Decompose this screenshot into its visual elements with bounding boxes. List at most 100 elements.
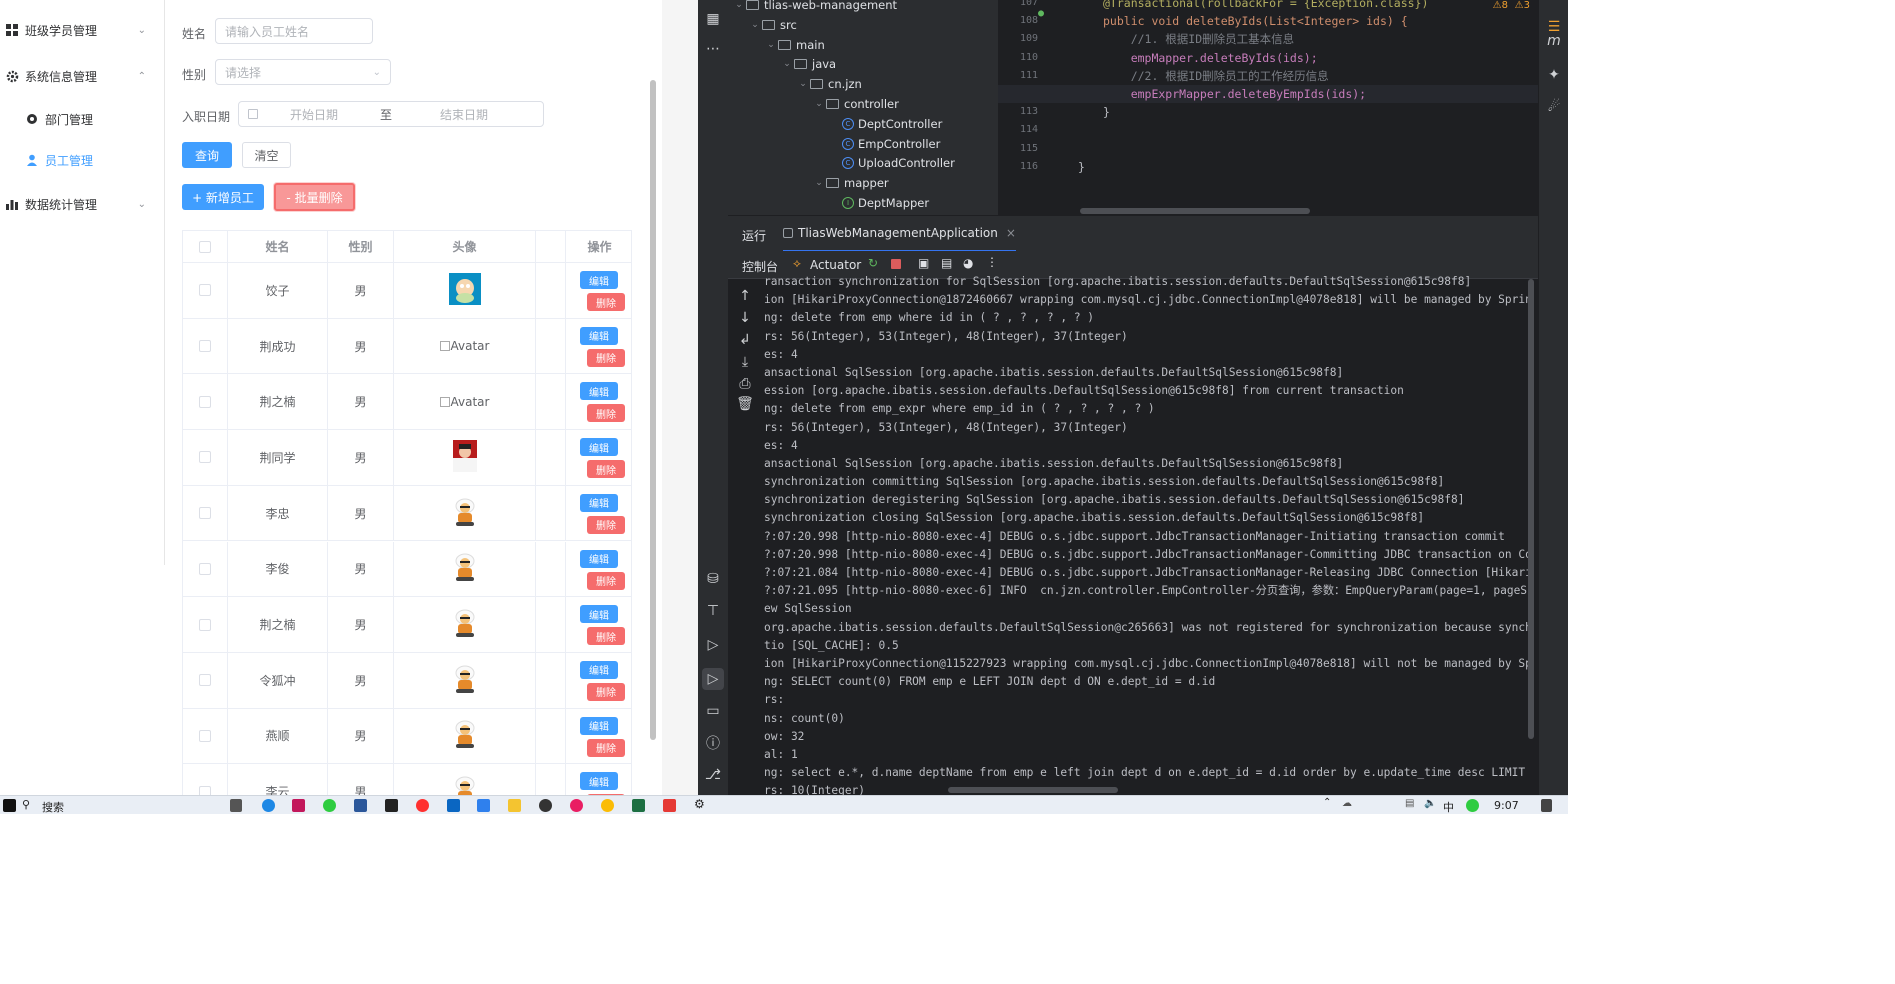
start-icon[interactable] xyxy=(3,799,16,812)
dump-icon[interactable]: ▤ xyxy=(941,256,952,270)
row-select[interactable] xyxy=(183,764,228,795)
console-output[interactable]: ↑ ↓ ↲ ⤓ ⎙ 🗑 ransaction synchronization f… xyxy=(728,275,1538,795)
checkbox[interactable] xyxy=(199,785,211,795)
structure-icon[interactable]: ▦ xyxy=(704,10,722,28)
edit-button[interactable]: 编辑 xyxy=(580,326,618,345)
notification-center-icon[interactable] xyxy=(1541,799,1552,812)
console-vscroll[interactable] xyxy=(1528,279,1534,739)
services-icon[interactable]: ▷ xyxy=(704,636,722,654)
delete-button[interactable]: 删除 xyxy=(587,571,625,590)
delete-button[interactable]: 删除 xyxy=(587,460,625,479)
app-icon[interactable] xyxy=(570,799,583,812)
checkbox[interactable] xyxy=(199,451,211,464)
volume-icon[interactable]: 🔈 xyxy=(1424,798,1436,809)
name-input[interactable]: 请输入员工姓名 xyxy=(215,18,373,44)
app-tab[interactable]: TliasWebManagementApplication × xyxy=(783,216,1016,252)
excel-icon[interactable] xyxy=(632,799,645,812)
row-select[interactable] xyxy=(183,263,228,318)
header-select-all[interactable] xyxy=(183,231,228,263)
intellij-icon[interactable] xyxy=(385,799,398,812)
checkbox[interactable] xyxy=(199,340,211,353)
terminal-icon[interactable]: ▭ xyxy=(704,702,722,720)
clock[interactable]: 9:07 xyxy=(1494,799,1519,812)
edit-button[interactable]: 编辑 xyxy=(580,605,618,624)
problems-icon[interactable]: ⓘ xyxy=(704,734,722,752)
feishu-icon[interactable] xyxy=(447,799,460,812)
more-icon[interactable]: ⋯ xyxy=(704,40,722,58)
checkbox[interactable] xyxy=(199,240,211,253)
delete-button[interactable]: 删除 xyxy=(587,738,625,757)
row-select[interactable] xyxy=(183,652,228,708)
delete-button[interactable]: 删除 xyxy=(587,293,625,311)
tree-node[interactable]: I DeptMapper xyxy=(828,193,929,213)
maven-icon[interactable]: m xyxy=(1545,32,1563,50)
git-icon[interactable]: ⎇ xyxy=(704,766,722,784)
menu-class-management[interactable]: 班级学员管理 ⌄ xyxy=(0,10,160,50)
delete-button[interactable]: 删除 xyxy=(587,515,625,534)
checkbox[interactable] xyxy=(199,284,211,297)
checkbox[interactable] xyxy=(199,729,211,742)
row-select[interactable] xyxy=(183,430,228,485)
row-select[interactable] xyxy=(183,318,228,374)
delete-button[interactable]: 删除 xyxy=(587,682,625,701)
arrow-down-icon[interactable]: ↓ xyxy=(736,309,754,327)
row-select[interactable] xyxy=(183,541,228,597)
code-editor[interactable]: ● 107108109110111112113114115116 @Transa… xyxy=(998,0,1538,215)
tree-node[interactable]: C UploadController xyxy=(828,153,955,173)
edit-button[interactable]: 编辑 xyxy=(580,549,618,568)
edit-button[interactable]: 编辑 xyxy=(580,772,618,791)
row-select[interactable] xyxy=(183,597,228,652)
camera-icon[interactable]: ▣ xyxy=(918,256,929,270)
ime-indicator[interactable]: 中 xyxy=(1443,799,1454,815)
qq-icon[interactable] xyxy=(539,799,552,812)
copilot-icon[interactable]: ☄ xyxy=(1545,98,1563,116)
soft-wrap-icon[interactable]: ↲ xyxy=(736,331,754,349)
edit-button[interactable]: 编辑 xyxy=(580,660,618,679)
checkbox[interactable] xyxy=(199,618,211,631)
tree-node[interactable]: ⌄ main xyxy=(764,35,825,55)
rerun-icon[interactable]: ↻ xyxy=(868,256,878,270)
tree-node[interactable]: C EmpController xyxy=(828,134,940,154)
word-icon[interactable] xyxy=(354,799,367,812)
arrow-up-icon[interactable]: ↑ xyxy=(736,287,754,305)
delete-button[interactable]: 删除 xyxy=(587,404,625,423)
console-hscroll[interactable] xyxy=(948,787,1118,793)
video-icon[interactable] xyxy=(416,799,429,812)
batch-delete-button[interactable]: - 批量删除 xyxy=(274,183,355,211)
network-icon[interactable]: ▤ xyxy=(1405,798,1414,809)
tree-node[interactable]: ⌄ controller xyxy=(812,94,899,114)
edit-button[interactable]: 编辑 xyxy=(580,382,618,401)
checkbox[interactable] xyxy=(199,562,211,575)
run-tab[interactable]: 运行 xyxy=(742,227,766,244)
add-employee-button[interactable]: + 新增员工 xyxy=(182,184,264,210)
profiler-icon[interactable]: ◕ xyxy=(963,256,973,270)
delete-button[interactable]: 删除 xyxy=(587,627,625,646)
gradle-icon[interactable]: ✦ xyxy=(1545,66,1563,84)
checkbox[interactable] xyxy=(199,507,211,520)
checkbox[interactable] xyxy=(199,395,211,408)
checkbox[interactable] xyxy=(199,674,211,687)
delete-button[interactable]: 删除 xyxy=(587,348,625,367)
implementation-icon[interactable]: ● xyxy=(1038,8,1044,19)
scroll-end-icon[interactable]: ⤓ xyxy=(736,353,754,371)
options-icon[interactable]: ⋮ xyxy=(986,255,998,269)
tree-node[interactable]: ⌄ java xyxy=(780,54,836,74)
print-icon[interactable]: ⎙ xyxy=(736,375,754,393)
stop-icon[interactable] xyxy=(891,259,901,269)
menu-dept-management[interactable]: 部门管理 xyxy=(0,99,160,139)
editor-hscroll[interactable] xyxy=(1080,208,1310,214)
folder-icon[interactable] xyxy=(508,799,521,812)
row-select[interactable] xyxy=(183,485,228,541)
settings-icon[interactable]: ⚙ xyxy=(694,797,705,811)
edit-button[interactable]: 编辑 xyxy=(580,493,618,512)
app-icon[interactable] xyxy=(292,799,305,812)
tree-node[interactable]: ⌄ cn.jzn xyxy=(796,74,862,94)
chevron-up-icon[interactable]: ⌃ xyxy=(1323,797,1331,808)
warning-count[interactable]: ⚠8 xyxy=(1493,0,1508,11)
close-icon[interactable]: × xyxy=(1006,226,1016,240)
edit-button[interactable]: 编辑 xyxy=(580,271,618,289)
taskbar-search[interactable]: 搜索 xyxy=(42,799,64,815)
tree-node[interactable]: ⌄ src xyxy=(748,15,797,35)
menu-statistics[interactable]: 数据统计管理 ⌄ xyxy=(0,184,160,224)
run-icon[interactable]: ▷ xyxy=(702,668,724,690)
